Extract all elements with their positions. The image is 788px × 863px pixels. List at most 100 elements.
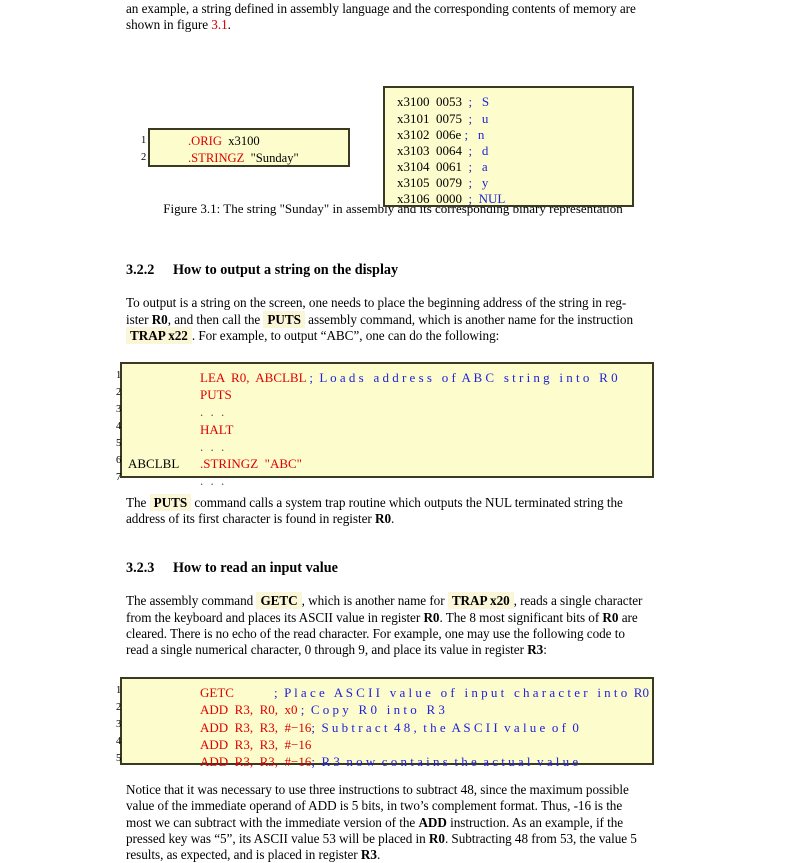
memory-char: u xyxy=(481,110,489,126)
code-label: ABCLBL xyxy=(128,456,180,472)
para-text: . Subtracting 48 from 53, the value 5 xyxy=(444,830,637,846)
instruction-add: ADD xyxy=(418,814,447,830)
comment-separator: ; xyxy=(468,190,473,206)
comment-separator: ; xyxy=(468,174,473,190)
code-row: ABCLBL .STRINGZ "ABC" xyxy=(122,455,652,472)
paragraph-3-2-3: The assembly command GETC, which is anot… xyxy=(126,592,660,658)
code-row: GETC ; P l a c e A S C I I v a l u e o f … xyxy=(122,684,652,701)
paragraph-after-listing-1: The PUTS command calls a system trap rou… xyxy=(126,494,660,527)
line-number: 3 xyxy=(116,404,122,416)
code-comment: ; C o p y R 0 i n t o R 3 xyxy=(300,702,445,718)
intro-line-2-a: shown in figure xyxy=(126,17,212,33)
memory-char: n xyxy=(477,126,485,142)
code-listing-output-string: 1 2 3 4 5 6 7 LEA R0, ABCLBL ; L o a d s… xyxy=(116,362,654,488)
para-text: . xyxy=(391,511,395,527)
figure-reference-link[interactable]: 3.1 xyxy=(211,17,227,32)
register-r3: R3 xyxy=(360,847,377,863)
comment-separator: ; xyxy=(468,142,473,158)
memory-address: x3103 xyxy=(397,142,430,158)
para-text: . xyxy=(376,847,381,863)
memory-row: x3105 0079 ; y xyxy=(385,175,632,191)
asm-directive: .STRINGZ xyxy=(188,151,245,166)
code-instruction: ADD R3, R3, #−16 xyxy=(200,719,312,735)
memory-address: x3106 xyxy=(397,190,430,206)
code-instruction: PUTS xyxy=(200,387,232,403)
para-text: cleared. There is no echo of the read ch… xyxy=(126,625,625,641)
document-page: an example, a string defined in assembly… xyxy=(0,0,788,862)
memory-row: x3104 0061 ; a xyxy=(385,159,632,175)
assembly-source-box: 1 2 .ORIG x3100 .STRINGZ "Sunday" xyxy=(141,128,350,168)
line-number: 7 xyxy=(116,472,122,484)
para-text: instruction. As an example, if the xyxy=(446,814,624,830)
register-r0: R0 xyxy=(428,830,445,846)
code-row: LEA R0, ABCLBL ; L o a d s a d d r e s s… xyxy=(122,369,652,386)
para-text: address of its first character is found … xyxy=(126,511,375,527)
code-instruction: ADD R3, R3, #−16 xyxy=(200,754,312,770)
line-number: 2 xyxy=(141,152,147,164)
comment-separator: ; xyxy=(464,126,469,142)
memory-row: x3100 0053 ; S xyxy=(385,94,632,110)
register-r0: R0 xyxy=(423,609,440,625)
para-text: value of the immediate operand of ADD is… xyxy=(126,798,574,814)
code-comment: ; P l a c e A S C I I v a l u e o f i n … xyxy=(273,685,649,701)
memory-value: 0053 xyxy=(436,94,462,110)
keyword-getc: GETC xyxy=(256,592,302,610)
memory-value: 0000 xyxy=(436,190,462,206)
line-number: 3 xyxy=(116,719,122,731)
memory-char: y xyxy=(481,174,489,190)
keyword-trap-x22: TRAP x22 xyxy=(126,326,192,344)
para-text: pressed key was “5”, its ASCII value 53 … xyxy=(126,830,429,846)
keyword-puts: PUTS xyxy=(263,310,305,328)
code-row: HALT xyxy=(122,421,652,438)
section-title: How to output a string on the display xyxy=(173,262,399,279)
immediate-value: -16 xyxy=(573,798,591,814)
line-number: 6 xyxy=(116,455,122,467)
line-number: 2 xyxy=(116,702,122,714)
comment-separator: ; xyxy=(468,158,473,174)
para-text: assembly command, which is another name … xyxy=(304,311,634,327)
memory-char: S xyxy=(481,94,490,110)
section-number: 3.2.2 xyxy=(126,262,155,279)
code-row: . . . xyxy=(122,438,652,455)
line-number: 5 xyxy=(116,753,122,765)
memory-value: 0075 xyxy=(436,110,462,126)
code-ellipsis: . . . xyxy=(200,438,227,454)
para-text: are xyxy=(618,609,638,625)
memory-address: x3105 xyxy=(397,174,430,190)
register-r3: R3 xyxy=(527,642,544,658)
asm-operand: x3100 xyxy=(228,134,260,149)
code-instruction: HALT xyxy=(200,421,234,437)
para-text: Notice that it was necessary to use thre… xyxy=(126,782,629,798)
memory-value: 0064 xyxy=(436,142,462,158)
para-text: , and then call the xyxy=(167,311,264,327)
asm-line: .ORIG x3100 xyxy=(150,133,348,150)
para-text: . For example, to output “ABC”, one can … xyxy=(191,327,500,343)
memory-address: x3100 xyxy=(397,94,430,110)
closing-paragraph: Notice that it was necessary to use thre… xyxy=(126,782,660,863)
memory-char: NUL xyxy=(478,190,506,206)
code-ellipsis: . . . xyxy=(200,473,227,489)
line-number: 2 xyxy=(116,387,122,399)
paragraph-3-2-2: To output is a string on the screen, one… xyxy=(126,295,660,344)
asm-line: .STRINGZ "Sunday" xyxy=(150,150,348,167)
memory-row: x3106 0000 ; NUL xyxy=(385,191,632,207)
memory-dump-box: x3100 0053 ; S x3101 0075 ; u x3102 006e… xyxy=(383,86,634,208)
keyword-puts: PUTS xyxy=(149,494,192,512)
para-line-1: To output is a string on the screen, one… xyxy=(126,295,627,311)
code-instruction: ADD R3, R3, #−16 xyxy=(200,736,312,752)
memory-address: x3101 xyxy=(397,110,430,126)
comment-separator: ; xyxy=(468,94,473,110)
para-text: results, as expected, and is placed in r… xyxy=(126,847,361,863)
para-text: read a single numerical character, 0 thr… xyxy=(126,642,528,658)
memory-address: x3104 xyxy=(397,158,430,174)
register-r0: R0 xyxy=(374,511,392,527)
intro-line-2-b: . xyxy=(227,17,231,33)
code-instruction: LEA R0, ABCLBL xyxy=(200,370,307,386)
memory-value: 006e xyxy=(436,126,462,142)
code-row: PUTS xyxy=(122,386,652,403)
comment-separator: ; xyxy=(468,110,473,126)
code-row: ADD R3, R0, x0 ; C o p y R 0 i n t o R 3 xyxy=(122,701,652,718)
para-text: ister xyxy=(126,311,152,327)
section-number: 3.2.3 xyxy=(126,560,155,577)
code-row: . . . xyxy=(122,403,652,420)
